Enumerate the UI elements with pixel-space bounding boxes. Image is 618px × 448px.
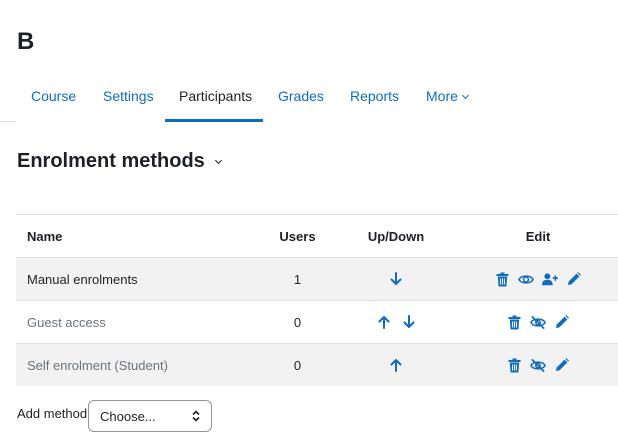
- pencil-icon[interactable]: [554, 314, 570, 330]
- chevron-down-icon: [461, 91, 469, 100]
- eye-icon[interactable]: [518, 271, 534, 287]
- pencil-icon[interactable]: [566, 271, 582, 287]
- add-method-select[interactable]: Choose...: [88, 400, 212, 432]
- trash-icon[interactable]: [506, 314, 522, 330]
- tab-grades[interactable]: Grades: [278, 88, 324, 104]
- table-row: Manual enrolments 1: [16, 257, 618, 300]
- page-heading[interactable]: Enrolment methods: [17, 150, 222, 173]
- trash-icon[interactable]: [494, 271, 510, 287]
- method-name: Guest access: [27, 314, 106, 330]
- enrol-users-icon[interactable]: [542, 271, 558, 287]
- method-name: Self enrolment (Student): [27, 357, 168, 373]
- trash-icon[interactable]: [506, 357, 522, 373]
- chevron-down-icon: [214, 156, 222, 165]
- down-arrow-icon[interactable]: [401, 314, 417, 330]
- up-arrow-icon[interactable]: [376, 314, 392, 330]
- active-tab-indicator: [165, 119, 263, 122]
- tab-participants[interactable]: Participants: [179, 88, 252, 104]
- user-count: 0: [293, 357, 302, 373]
- table-row: Guest access 0: [16, 300, 618, 343]
- user-count: 1: [293, 271, 302, 287]
- column-header-updown: Up/Down: [367, 228, 425, 244]
- table-row: Self enrolment (Student) 0: [16, 343, 618, 386]
- page-heading-text: Enrolment methods: [17, 150, 205, 172]
- up-arrow-icon[interactable]: [388, 357, 404, 373]
- method-name: Manual enrolments: [27, 271, 138, 287]
- secondary-navigation: Course Settings Participants Grades Repo…: [0, 75, 618, 122]
- nav-divider: [0, 121, 16, 122]
- column-header-name: Name: [27, 228, 63, 244]
- eye-slash-icon[interactable]: [530, 357, 546, 373]
- tab-more[interactable]: More: [426, 88, 469, 104]
- column-header-edit: Edit: [525, 228, 551, 244]
- select-arrows-icon: [192, 410, 200, 422]
- course-title: B: [17, 28, 35, 55]
- enrolment-methods-table: Name Users Up/Down Edit Manual enrolment…: [16, 214, 618, 386]
- tab-settings[interactable]: Settings: [103, 88, 154, 104]
- eye-slash-icon[interactable]: [530, 314, 546, 330]
- add-method-selected-value: Choose...: [100, 408, 156, 424]
- pencil-icon[interactable]: [554, 357, 570, 373]
- tab-more-label: More: [426, 88, 458, 104]
- column-header-users: Users: [279, 228, 316, 244]
- user-count: 0: [293, 314, 302, 330]
- add-method-label: Add method: [17, 406, 88, 421]
- down-arrow-icon[interactable]: [388, 271, 404, 287]
- table-header-row: Name Users Up/Down Edit: [16, 214, 618, 257]
- tab-reports[interactable]: Reports: [350, 88, 399, 104]
- tab-course[interactable]: Course: [31, 88, 76, 104]
